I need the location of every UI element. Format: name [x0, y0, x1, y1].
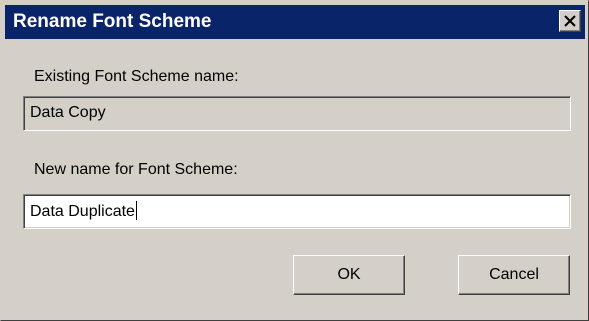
close-button[interactable]	[559, 10, 581, 32]
title-bar[interactable]: Rename Font Scheme	[5, 5, 585, 39]
close-icon	[564, 15, 576, 27]
text-caret	[135, 201, 137, 220]
dialog-title: Rename Font Scheme	[13, 11, 212, 32]
new-name-value: Data Duplicate	[30, 203, 135, 220]
cancel-button[interactable]: Cancel	[458, 255, 570, 295]
new-name-input[interactable]: Data Duplicate	[23, 194, 571, 229]
existing-name-value: Data Copy	[30, 104, 106, 121]
ok-button[interactable]: OK	[293, 255, 405, 295]
existing-name-field: Data Copy	[23, 96, 571, 131]
rename-font-scheme-dialog: Rename Font Scheme Existing Font Scheme …	[0, 0, 589, 321]
existing-name-label: Existing Font Scheme name:	[34, 68, 239, 85]
new-name-label: New name for Font Scheme:	[34, 161, 238, 178]
